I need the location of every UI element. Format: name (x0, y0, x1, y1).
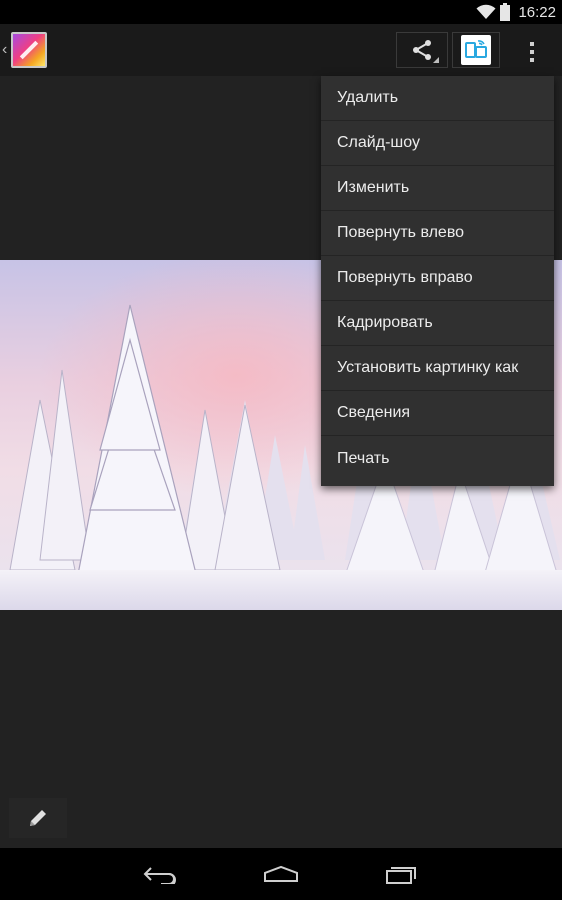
back-button[interactable] (130, 848, 190, 900)
menu-item-rotate-right[interactable]: Повернуть вправо (321, 256, 554, 301)
overflow-menu: Удалить Слайд-шоу Изменить Повернуть вле… (321, 76, 554, 486)
menu-item-rotate-left[interactable]: Повернуть влево (321, 211, 554, 256)
navigation-bar (0, 848, 562, 900)
menu-item-details[interactable]: Сведения (321, 391, 554, 436)
more-options-button[interactable] (518, 38, 546, 66)
recents-icon (386, 867, 416, 884)
home-icon (264, 865, 298, 882)
menu-item-edit[interactable]: Изменить (321, 166, 554, 211)
status-bar: 16:22 (0, 0, 562, 24)
recents-button[interactable] (372, 848, 432, 900)
menu-item-delete[interactable]: Удалить (321, 76, 554, 121)
status-icons: 16:22 (476, 2, 556, 22)
battery-icon (500, 3, 511, 21)
action-bar: ‹ (0, 24, 562, 76)
more-vert-icon-dot (530, 58, 534, 62)
back-icon (143, 867, 176, 884)
menu-item-slideshow[interactable]: Слайд-шоу (321, 121, 554, 166)
cast-device-icon (461, 35, 491, 65)
pencil-icon (30, 810, 46, 826)
edit-button[interactable] (9, 798, 67, 838)
dropdown-indicator-icon (433, 57, 439, 63)
share-button[interactable] (396, 32, 448, 68)
more-vert-icon-dot (530, 50, 534, 54)
menu-item-set-picture-as[interactable]: Установить картинку как (321, 346, 554, 391)
wifi-icon (476, 4, 496, 19)
gallery-app-icon (11, 32, 48, 68)
chevron-left-icon: ‹ (2, 41, 8, 58)
cast-button[interactable] (452, 32, 500, 68)
more-vert-icon (530, 42, 534, 46)
menu-item-crop[interactable]: Кадрировать (321, 301, 554, 346)
share-icon (413, 40, 431, 60)
menu-item-print[interactable]: Печать (321, 436, 554, 481)
home-button[interactable] (251, 848, 311, 900)
up-navigation-button[interactable]: ‹ (0, 28, 58, 72)
status-time: 16:22 (518, 3, 556, 21)
